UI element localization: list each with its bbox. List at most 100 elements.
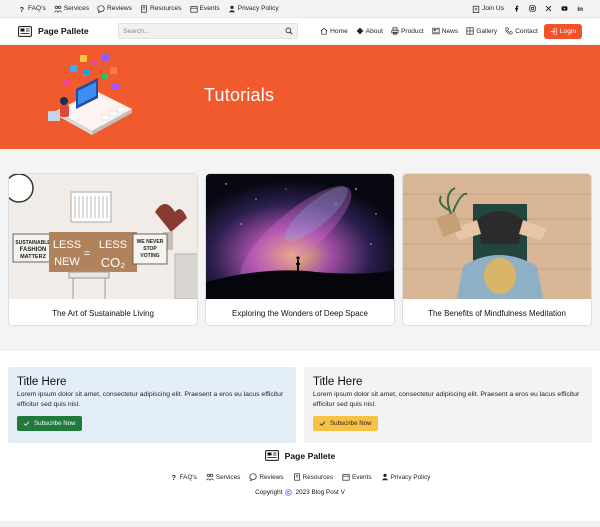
top-link-faqs[interactable]: ? FAQ's <box>18 5 46 13</box>
svg-text:LESS: LESS <box>99 239 127 251</box>
top-link-label: Privacy Policy <box>237 5 279 12</box>
title-block-gray: Title Here Lorem ipsum dolor sit amet, c… <box>304 367 592 443</box>
svg-text:LESS: LESS <box>53 239 81 251</box>
copyright-suffix: 2023 Blog Post V <box>295 489 345 496</box>
nav-product[interactable]: Product <box>391 27 424 35</box>
subscribe-button[interactable]: Subscribe Now <box>17 416 82 431</box>
top-link-label: Resources <box>149 5 182 12</box>
book-icon <box>293 473 300 481</box>
facebook-icon[interactable] <box>513 5 520 12</box>
footer-brand-name: Page Pallete <box>284 450 336 461</box>
nav-link-label: About <box>365 27 383 35</box>
calendar-icon <box>342 474 350 481</box>
question-icon: ? <box>20 5 24 13</box>
nav-link-label: Contact <box>515 27 538 35</box>
card-deep-space[interactable]: Exploring the Wonders of Deep Space <box>205 173 395 326</box>
title-blocks: Title Here Lorem ipsum dolor sit amet, c… <box>0 351 600 444</box>
card-mindfulness[interactable]: The Benefits of Mindfulness Meditation <box>402 173 592 326</box>
top-link-events[interactable]: Events <box>189 5 220 13</box>
shield-user-icon <box>228 5 235 12</box>
footer-link-label: FAQ's <box>179 473 197 481</box>
hero-illustration <box>48 54 132 135</box>
check-icon <box>319 421 326 426</box>
copyright-prefix: Copyright <box>255 489 283 496</box>
footer-link-label: Reviews <box>259 473 284 481</box>
search-box <box>118 23 298 39</box>
newspaper-logo-icon <box>264 450 279 461</box>
footer-link-reviews[interactable]: Reviews <box>249 473 284 481</box>
nav-about[interactable]: About <box>356 27 383 35</box>
login-arrow-icon <box>550 27 557 35</box>
users-icon <box>205 473 214 481</box>
nav-link-label: News <box>441 27 459 35</box>
top-bar: ? FAQ's Services Reviews Resources Event… <box>0 0 600 18</box>
footer-brand[interactable]: Page Pallete <box>0 450 600 461</box>
login-button[interactable]: Login <box>543 23 582 39</box>
svg-text:SUSTAINABLE: SUSTAINABLE <box>15 240 51 246</box>
question-icon: ? <box>171 473 175 481</box>
grid-icon <box>466 27 474 35</box>
join-us-label: Join Us <box>482 5 504 12</box>
card-sustainable-living[interactable]: SUSTAINABLE FASHION MATTERZ LESS NEW = L… <box>8 173 198 326</box>
footer-link-label: Services <box>215 473 241 481</box>
nav-home[interactable]: Home <box>320 27 348 35</box>
footer-link-faqs[interactable]: ? FAQ's <box>170 473 197 481</box>
footer-link-label: Events <box>352 473 372 481</box>
newspaper-logo-icon <box>18 25 32 37</box>
x-icon[interactable] <box>545 5 552 12</box>
phone-icon <box>505 27 513 35</box>
card-title: The Art of Sustainable Living <box>52 308 154 318</box>
book-icon <box>141 4 147 13</box>
top-link-label: Events <box>199 5 220 12</box>
footer-link-privacy[interactable]: Privacy Policy <box>381 473 431 481</box>
youtube-icon[interactable] <box>561 5 568 12</box>
join-us-link[interactable]: Join Us <box>472 5 504 13</box>
nav-link-label: Home <box>330 27 348 35</box>
nav-link-label: Gallery <box>476 27 498 35</box>
nav-gallery[interactable]: Gallery <box>466 27 497 35</box>
copyright: Copyright 2023 Blog Post V <box>0 489 600 496</box>
top-link-resources[interactable]: Resources <box>140 4 182 13</box>
diamond-icon <box>356 27 364 35</box>
linkedin-icon[interactable]: in <box>577 5 584 12</box>
footer-link-resources[interactable]: Resources <box>293 473 333 481</box>
card-title: Exploring the Wonders of Deep Space <box>232 308 368 318</box>
top-link-reviews[interactable]: Reviews <box>97 4 132 13</box>
svg-text:STOP: STOP <box>143 246 157 252</box>
subscribe-button[interactable]: Subscribe Now <box>313 416 378 431</box>
footer-link-label: Privacy Policy <box>390 473 431 481</box>
subscribe-label: Subscribe Now <box>330 420 372 427</box>
bottom-divider <box>0 521 600 527</box>
instagram-icon[interactable] <box>529 5 536 12</box>
card-image-meditation <box>403 174 591 299</box>
top-link-label: Reviews <box>107 5 132 12</box>
footer-link-services[interactable]: Services <box>205 473 241 481</box>
brand[interactable]: Page Pallete <box>18 25 118 37</box>
nav-contact[interactable]: Contact <box>505 27 538 35</box>
navbar: Page Pallete Home About Product News Gal… <box>0 18 600 45</box>
search-input[interactable] <box>123 27 273 35</box>
top-link-privacy[interactable]: Privacy Policy <box>228 5 279 13</box>
nav-links: Home About Product News Gallery Contact <box>320 27 538 35</box>
top-link-label: Services <box>63 5 90 12</box>
svg-text:MATTERZ: MATTERZ <box>20 254 47 260</box>
printer-icon <box>391 27 399 35</box>
footer-link-events[interactable]: Events <box>342 473 372 481</box>
title-block-blue: Title Here Lorem ipsum dolor sit amet, c… <box>8 367 296 443</box>
brand-name: Page Pallete <box>38 26 89 36</box>
subscribe-label: Subscribe Now <box>34 420 76 427</box>
svg-text:?: ? <box>20 5 24 13</box>
svg-text:in: in <box>577 6 583 12</box>
svg-text:NEW: NEW <box>54 256 80 268</box>
top-link-services[interactable]: Services <box>53 5 90 13</box>
check-icon <box>23 421 30 426</box>
nav-link-label: Product <box>401 27 424 35</box>
chat-bubble-icon <box>97 4 105 13</box>
nav-news[interactable]: News <box>432 27 459 35</box>
footer: Page Pallete ? FAQ's Services Reviews Re… <box>0 444 600 496</box>
building-icon <box>472 5 480 13</box>
copyright-icon <box>285 489 293 496</box>
card-image-milky-way <box>206 174 394 299</box>
card-title: The Benefits of Mindfulness Meditation <box>428 308 566 318</box>
search-icon[interactable] <box>285 27 293 35</box>
